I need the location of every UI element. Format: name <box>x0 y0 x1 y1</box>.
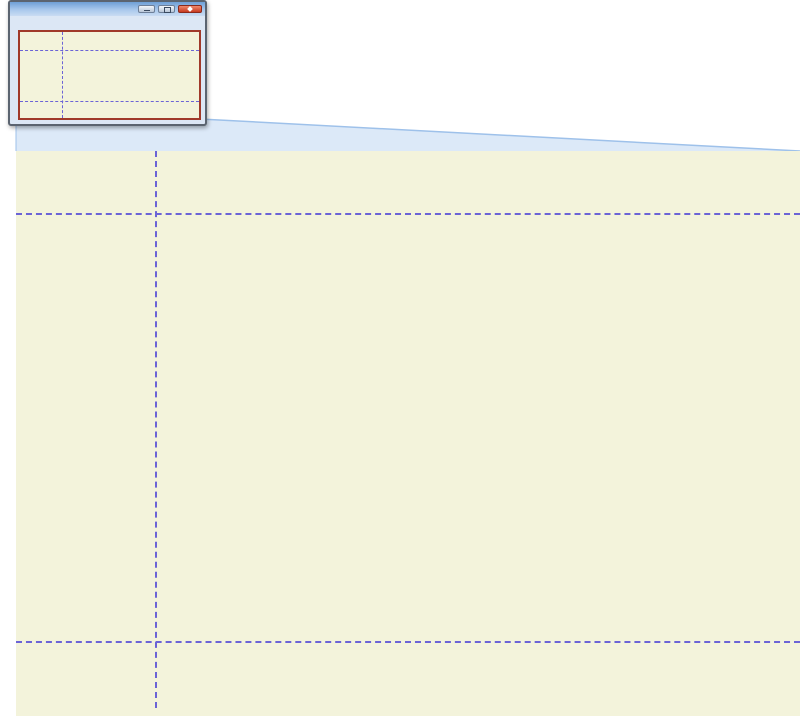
thumbnail-page <box>18 30 201 120</box>
thumbnail-bottom-guide-line <box>20 101 199 102</box>
thumbnail-top-guide-line <box>20 50 199 51</box>
left-guide-line <box>155 151 157 708</box>
magnification-beam-edge <box>199 118 800 152</box>
minimize-icon[interactable] <box>138 5 155 13</box>
maximize-icon[interactable] <box>158 5 175 13</box>
thumbnail-titlebar <box>10 2 205 16</box>
bottom-guide-line <box>16 641 800 643</box>
thumbnail-window <box>8 0 207 126</box>
close-icon[interactable] <box>178 5 202 13</box>
zoomed-page-area <box>16 151 800 716</box>
thumbnail-left-guide-line <box>62 32 63 118</box>
top-guide-line <box>16 213 800 215</box>
magnified-page-layout-diagram <box>0 0 800 716</box>
